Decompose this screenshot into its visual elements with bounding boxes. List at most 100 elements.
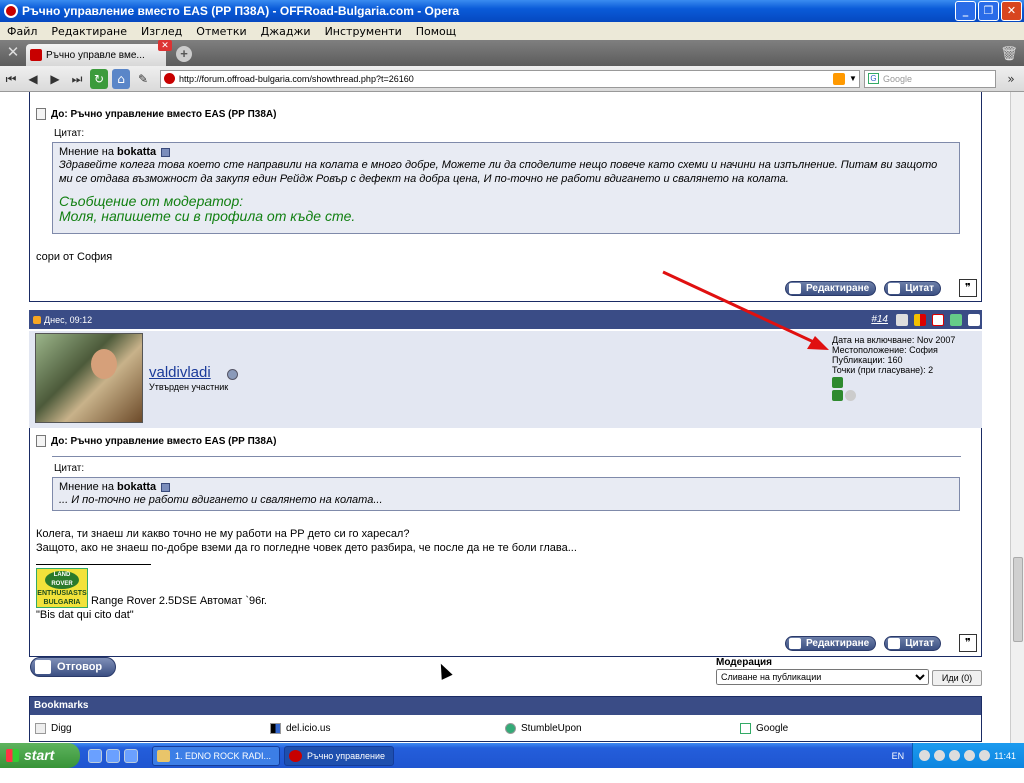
menu-widgets[interactable]: Джаджи (254, 25, 318, 38)
new-tab-icon[interactable]: + (176, 46, 192, 62)
multiquote-icon[interactable]: ❞ (959, 279, 977, 297)
post-number-link[interactable]: #14 (871, 314, 888, 325)
menu-bar: Файл Редактиране Изглед Отметки Джаджи И… (0, 22, 1024, 40)
minimize-button[interactable]: _ (955, 1, 976, 21)
tray-icon[interactable] (919, 750, 931, 761)
task-winamp[interactable]: 1. EDNO ROCK RADI... (152, 745, 280, 766)
rss-icon[interactable] (833, 72, 845, 85)
bookmarks-panel: Bookmarks Digg del.icio.us StumbleUpon G… (29, 696, 982, 742)
edit-button[interactable]: Редактиране (784, 635, 877, 651)
search-input[interactable]: G Google (864, 69, 996, 88)
opera-icon (4, 4, 18, 18)
navigation-bar: ⏮ ◀ ▶ ⏭ ↻ ⌂ ✎ http://forum.offroad-bulga… (0, 66, 1024, 92)
fast-forward-icon[interactable]: ⏭ (66, 69, 88, 89)
bookmark-label: Digg (51, 722, 72, 734)
scrollbar-thumb[interactable] (1013, 557, 1023, 642)
bookmark-google[interactable]: Google (735, 722, 970, 734)
stumbleupon-icon (505, 722, 516, 734)
user-details: Дата на включване: Nov 2007 Местоположен… (832, 335, 976, 401)
bookmarks-row: Digg del.icio.us StumbleUpon Google (30, 715, 981, 741)
reputation-icon (832, 377, 843, 388)
taskbar: start 1. EDNO ROCK RADI... Ръчно управле… (0, 743, 1024, 779)
start-button[interactable]: start (0, 743, 80, 768)
digg-icon (35, 722, 46, 734)
address-dropdown-icon[interactable]: ▼ (847, 74, 859, 83)
menu-help[interactable]: Помощ (409, 25, 463, 38)
post-actions: Редактиране Цитат ❞ (784, 634, 977, 652)
tab-active[interactable]: Ръчно управле вме... ✕ (26, 40, 172, 66)
view-post-icon[interactable] (161, 482, 171, 492)
google-bookmark-icon (740, 722, 751, 734)
quote-author: bokatta (117, 146, 157, 158)
window-titlebar: Ръчно управление вместо EAS (РР П38А) - … (0, 0, 1024, 22)
menu-tools[interactable]: Инструменти (318, 25, 409, 38)
location: Местоположение: София (832, 345, 938, 355)
post-title-text: До: Ръчно управление вместо EAS (РР П38А… (51, 108, 277, 120)
go-button[interactable]: Иди (0) (932, 670, 982, 686)
join-date: Дата на включване: Nov 2007 (832, 335, 956, 345)
tray-icon[interactable] (964, 750, 976, 761)
menu-file[interactable]: Файл (0, 25, 44, 38)
username-link[interactable]: valdivladi (149, 364, 211, 381)
close-window-button[interactable]: ✕ (1001, 1, 1022, 21)
trash-icon[interactable]: 🗑 (1000, 45, 1018, 62)
moderation-select[interactable]: Сливане на публикации (716, 669, 929, 685)
view-post-icon[interactable] (161, 147, 171, 157)
bookmark-delicious[interactable]: del.icio.us (265, 722, 500, 734)
home-icon[interactable]: ⌂ (112, 68, 130, 89)
firefox-icon[interactable] (106, 748, 120, 763)
wand-icon[interactable]: ✎ (132, 69, 154, 89)
clock[interactable]: 11:41 (994, 751, 1016, 761)
ie-icon[interactable] (88, 748, 102, 763)
edit-button[interactable]: Редактиране (784, 280, 877, 296)
reputation-icons (832, 377, 976, 388)
club-logo[interactable]: LAND ROVER ENTHUSIASTS BULGARIA (36, 568, 88, 608)
language-indicator[interactable]: EN (892, 751, 905, 761)
ip-icon[interactable] (950, 313, 962, 326)
scales-icon[interactable] (896, 313, 908, 326)
task-opera[interactable]: Ръчно управление в... (284, 745, 394, 779)
quote-prefix: Мнение на (59, 481, 114, 493)
quote-button[interactable]: Цитат (884, 635, 941, 651)
forward-icon[interactable]: ▶ (44, 69, 66, 89)
tab-close-icon[interactable]: ✕ (158, 40, 172, 51)
menu-view[interactable]: Изглед (134, 25, 189, 38)
report-icon[interactable] (932, 313, 944, 326)
rewind-icon[interactable]: ⏮ (0, 69, 22, 89)
post-body-line1: Колега, ти знаеш ли какво точно не му ра… (36, 528, 410, 540)
post-header: Днес, 09:12 #14 (29, 310, 982, 329)
tools-icon[interactable]: ✕ (0, 40, 26, 66)
reply-button[interactable]: Отговор (30, 657, 116, 677)
post-date: Днес, 09:12 (44, 314, 93, 325)
quote-button[interactable]: Цитат (884, 280, 941, 296)
bookmark-stumbleupon[interactable]: StumbleUpon (500, 722, 735, 734)
menu-edit[interactable]: Редактиране (44, 25, 134, 38)
post-status-icon (33, 315, 41, 324)
tray-icon[interactable] (949, 750, 961, 761)
document-icon (36, 435, 46, 447)
menu-bookmarks[interactable]: Отметки (189, 25, 253, 38)
search-placeholder: Google (883, 73, 913, 84)
online-status-icon (227, 369, 238, 380)
next-icon[interactable]: » (1000, 69, 1022, 89)
avatar[interactable] (35, 333, 143, 423)
reload-icon[interactable]: ↻ (90, 68, 108, 89)
select-post-checkbox[interactable] (968, 313, 980, 326)
tray-icon[interactable] (934, 750, 946, 761)
page-scrollbar[interactable] (1010, 92, 1024, 743)
post-14: До: Ръчно управление вместо EAS (РР П38А… (29, 428, 982, 657)
maximize-button[interactable]: ❐ (978, 1, 999, 21)
opera-quick-icon[interactable] (124, 748, 138, 763)
tray-icon[interactable] (979, 750, 991, 761)
cards-icon[interactable] (914, 313, 926, 326)
bookmark-digg[interactable]: Digg (30, 722, 265, 734)
quote-author: bokatta (117, 481, 157, 493)
back-icon[interactable]: ◀ (22, 69, 44, 89)
address-bar[interactable]: http://forum.offroad-bulgaria.com/showth… (160, 69, 860, 88)
moderation-label: Модерация (716, 657, 773, 668)
quote-label: Цитат: (54, 128, 85, 139)
multiquote-icon[interactable]: ❞ (959, 634, 977, 652)
moderator-heading: Съобщение от модератор: (59, 193, 244, 209)
quick-launch (88, 748, 138, 763)
bookmark-label: del.icio.us (286, 722, 331, 734)
